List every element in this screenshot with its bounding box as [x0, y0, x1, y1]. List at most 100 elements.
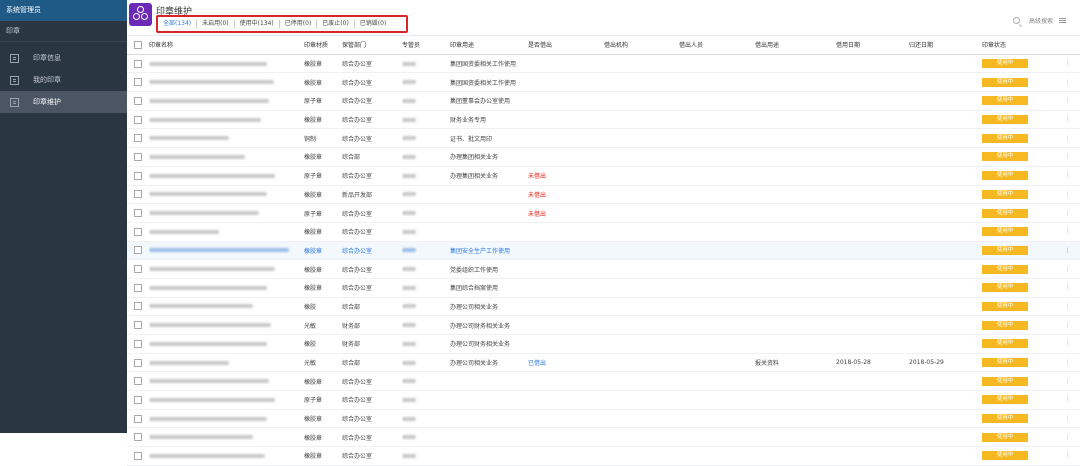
more-icon[interactable]: ⋮ [1054, 203, 1080, 223]
advanced-search-button[interactable]: 高级搜索 [1012, 16, 1066, 25]
row-checkbox[interactable] [134, 339, 142, 348]
more-icon[interactable]: ⋮ [1054, 409, 1080, 429]
table-row[interactable]: 橡胶章 综合办公室 集团国资委相关工作使用 使用中 ⋮ [127, 72, 1080, 93]
filter-tab-not-enabled[interactable]: 未启用(0) [197, 20, 235, 28]
row-checkbox[interactable] [134, 283, 142, 292]
status-badge[interactable]: 使用中 [982, 283, 1028, 293]
status-badge[interactable]: 使用中 [982, 115, 1028, 125]
filter-tab-in-use[interactable]: 使用中(134) [235, 20, 280, 28]
more-icon[interactable]: ⋮ [1054, 446, 1080, 466]
more-icon[interactable]: ⋮ [1054, 54, 1080, 74]
column-header[interactable]: 印章状态 [982, 36, 1054, 55]
table-row[interactable]: 铜制 综合办公室 证书、批文用印 使用中 ⋮ [127, 128, 1080, 149]
sidebar-section-seal[interactable]: 印章 [0, 21, 127, 42]
more-icon[interactable]: ⋮ [1054, 315, 1080, 335]
row-checkbox[interactable] [134, 115, 142, 124]
status-badge[interactable]: 使用中 [982, 432, 1028, 442]
filter-tab-disabled[interactable]: 已停用(0) [280, 20, 318, 28]
more-icon[interactable]: ⋮ [1054, 353, 1080, 373]
table-row[interactable]: 橡胶 综合部 办理公司相关业务 使用中 ⋮ [127, 297, 1080, 317]
more-icon[interactable]: ⋮ [1054, 128, 1080, 149]
more-icon[interactable]: ⋮ [1054, 259, 1080, 279]
sidebar-item-my-seal[interactable]: 我的印章 [0, 69, 127, 91]
column-header[interactable]: 专管员 [402, 36, 450, 55]
table-row[interactable]: 橡胶章 综合办公室 财务业务专用 使用中 ⋮ [127, 110, 1080, 130]
status-badge[interactable]: 使用中 [982, 152, 1028, 162]
status-badge[interactable]: 使用中 [982, 245, 1028, 255]
row-checkbox[interactable] [134, 227, 142, 236]
table-row[interactable]: 橡胶章 新品开发部 未借出 使用中 ⋮ [127, 185, 1080, 205]
more-icon[interactable]: ⋮ [1054, 110, 1080, 130]
column-header[interactable]: 借用日期 [836, 36, 909, 55]
more-icon[interactable]: ⋮ [1054, 241, 1080, 261]
row-checkbox[interactable] [134, 302, 142, 311]
status-badge[interactable]: 使用中 [982, 189, 1028, 199]
table-row[interactable]: 原子章 综合办公室 未借出 使用中 ⋮ [127, 203, 1080, 223]
table-row[interactable]: 橡胶章 综合部 办理集团相关业务 使用中 ⋮ [127, 147, 1080, 167]
column-header[interactable]: 借出人员 [679, 36, 755, 55]
row-checkbox[interactable] [134, 395, 142, 404]
status-badge[interactable]: 使用中 [982, 395, 1028, 405]
row-checkbox[interactable] [134, 433, 142, 442]
column-header[interactable]: 借出机构 [604, 36, 679, 55]
more-icon[interactable]: ⋮ [1054, 222, 1080, 242]
more-icon[interactable]: ⋮ [1054, 371, 1080, 392]
row-checkbox[interactable] [134, 451, 142, 460]
table-row[interactable]: 橡胶章 综合办公室 使用中 ⋮ [127, 409, 1080, 429]
column-header[interactable]: 印章用途 [450, 36, 528, 55]
filter-tab-all[interactable]: 全部(134) [158, 20, 198, 28]
table-row[interactable]: 橡胶章 综合办公室 使用中 ⋮ [127, 222, 1080, 242]
row-checkbox[interactable] [134, 190, 142, 199]
table-row[interactable]: 橡胶章 综合办公室 使用中 ⋮ [127, 427, 1080, 448]
column-header[interactable]: 归还日期 [909, 36, 982, 55]
filter-tab-abolished[interactable]: 已废止(0) [317, 20, 355, 28]
more-icon[interactable]: ⋮ [1054, 72, 1080, 93]
status-badge[interactable]: 使用中 [982, 451, 1028, 461]
column-header[interactable]: 保管部门 [342, 36, 402, 55]
status-badge[interactable]: 使用中 [982, 320, 1028, 330]
list-icon[interactable] [1059, 20, 1066, 21]
row-checkbox[interactable] [134, 321, 142, 330]
table-row[interactable]: 原子章 综合办公室 办理集团相关业务 未借出 使用中 ⋮ [127, 166, 1080, 186]
row-checkbox[interactable] [134, 414, 142, 423]
status-badge[interactable]: 使用中 [982, 171, 1028, 181]
status-badge[interactable]: 使用中 [982, 208, 1028, 218]
more-icon[interactable]: ⋮ [1054, 185, 1080, 205]
row-checkbox[interactable] [134, 134, 142, 143]
status-badge[interactable]: 使用中 [982, 301, 1028, 311]
row-checkbox[interactable] [134, 377, 142, 386]
column-header[interactable]: 是否借出 [528, 36, 604, 55]
table-row[interactable]: 橡胶章 综合办公室 党委组织工作使用 使用中 ⋮ [127, 259, 1080, 279]
more-icon[interactable]: ⋮ [1054, 427, 1080, 448]
table-row[interactable]: 光敏 财务部 办理公司财务相关业务 使用中 ⋮ [127, 315, 1080, 335]
status-badge[interactable]: 使用中 [982, 77, 1028, 87]
status-badge[interactable]: 使用中 [982, 96, 1028, 106]
sidebar-item-seal-info[interactable]: 印章信息 [0, 47, 127, 69]
row-checkbox[interactable] [134, 358, 142, 367]
row-checkbox[interactable] [134, 246, 142, 255]
table-row[interactable]: 橡胶章 综合办公室 使用中 ⋮ [127, 371, 1080, 392]
table-row[interactable]: 橡胶章 综合办公室 使用中 ⋮ [127, 446, 1080, 466]
table-row[interactable]: 橡胶章 综合办公室 集团综合档案使用 使用中 ⋮ [127, 278, 1080, 298]
more-icon[interactable]: ⋮ [1054, 334, 1080, 354]
row-checkbox[interactable] [134, 78, 142, 87]
more-icon[interactable]: ⋮ [1054, 91, 1080, 111]
table-row[interactable]: 光敏 综合部 办理公司相关业务 已借出 报关资料 2018-05-28 2018-05-29… [127, 353, 1080, 373]
more-icon[interactable]: ⋮ [1054, 166, 1080, 186]
row-checkbox[interactable] [134, 265, 142, 274]
column-header[interactable]: 印章名称 [149, 36, 304, 55]
row-checkbox[interactable] [134, 171, 142, 180]
row-checkbox[interactable] [134, 59, 142, 68]
column-header[interactable]: 印章材质 [304, 36, 342, 55]
table-row[interactable]: 原子章 综合办公室 使用中 ⋮ [127, 390, 1080, 410]
table-row[interactable]: 橡胶章 综合办公室 集团国资委相关工作使用 使用中 ⋮ [127, 54, 1080, 74]
table-row[interactable]: 原子章 综合办公室 集团董事会办公室使用 使用中 ⋮ [127, 91, 1080, 111]
status-badge[interactable]: 使用中 [982, 264, 1028, 274]
status-badge[interactable]: 使用中 [982, 358, 1028, 368]
table-row[interactable]: 橡胶 财务部 办理公司财务相关业务 使用中 ⋮ [127, 334, 1080, 354]
status-badge[interactable]: 使用中 [982, 227, 1028, 237]
row-checkbox[interactable] [134, 152, 142, 161]
status-badge[interactable]: 使用中 [982, 59, 1028, 69]
sidebar-item-seal-maintenance[interactable]: 印章维护 [0, 91, 127, 113]
table-row[interactable]: 橡胶章 综合办公室 集团安全生产工作使用 使用中 ⋮ [127, 241, 1080, 261]
